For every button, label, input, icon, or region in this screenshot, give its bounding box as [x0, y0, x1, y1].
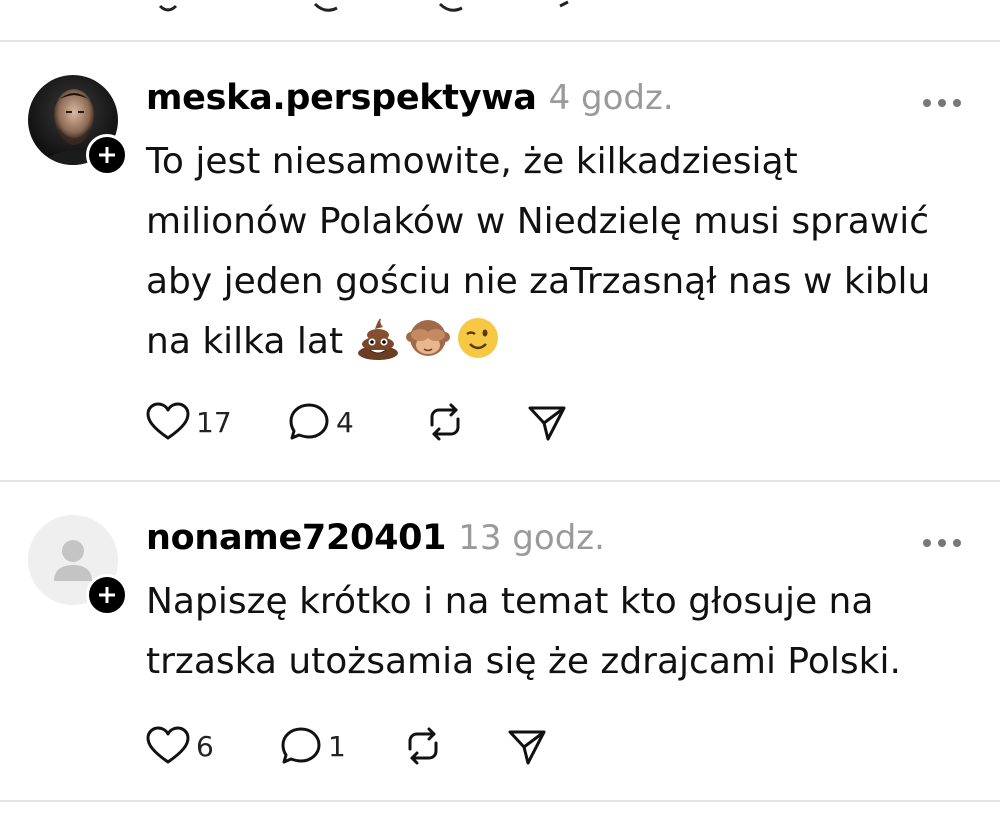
- post-text-content: To jest niesamowite, że kilkadziesiąt mi…: [146, 141, 931, 362]
- like-count: 17: [196, 405, 232, 439]
- reply-button[interactable]: 4: [288, 399, 354, 445]
- send-icon: [528, 406, 566, 441]
- more-icon: [923, 539, 961, 547]
- previous-post-partial: [0, 0, 1000, 42]
- previous-post-actions-partial: [158, 0, 569, 12]
- repost-icon: [430, 403, 460, 441]
- post-header: noname720401 13 godz.: [146, 518, 605, 558]
- post-card[interactable]: noname720401 13 godz. Napiszę krótko i n…: [0, 482, 1000, 802]
- repost-button[interactable]: [424, 399, 466, 445]
- post-text: To jest niesamowite, że kilkadziesiąt mi…: [146, 132, 966, 372]
- plus-icon: [99, 587, 115, 603]
- share-button[interactable]: [526, 399, 568, 445]
- username[interactable]: meska.perspektywa: [146, 78, 537, 118]
- follow-button[interactable]: [86, 134, 128, 176]
- repost-icon: [408, 727, 438, 765]
- see-no-evil-monkey-emoji: [405, 315, 451, 361]
- reply-count: 4: [336, 405, 354, 439]
- winking-face-emoji: [455, 315, 501, 361]
- post-header: meska.perspektywa 4 godz.: [146, 78, 674, 118]
- heart-icon: [146, 726, 190, 764]
- username[interactable]: noname720401: [146, 518, 447, 558]
- post-card[interactable]: meska.perspektywa 4 godz. To jest niesam…: [0, 42, 1000, 482]
- post-time: 13 godz.: [458, 518, 605, 558]
- post-text-content: Napiszę krótko i na temat kto głosuje na…: [146, 581, 901, 682]
- like-button[interactable]: 17: [146, 399, 232, 445]
- reply-button[interactable]: 1: [280, 723, 346, 769]
- comment-icon: [289, 403, 329, 440]
- heart-icon: [146, 402, 190, 440]
- more-button[interactable]: [922, 94, 962, 107]
- follow-button[interactable]: [86, 574, 128, 616]
- like-count: 6: [196, 729, 214, 763]
- comment-icon: [281, 727, 321, 764]
- poop-emoji: [355, 315, 401, 361]
- post-time: 4 godz.: [548, 78, 674, 118]
- threads-feed: meska.perspektywa 4 godz. To jest niesam…: [0, 0, 1000, 818]
- reply-count: 1: [328, 729, 346, 763]
- more-button[interactable]: [922, 534, 962, 547]
- share-button[interactable]: [506, 723, 548, 769]
- plus-icon: [99, 147, 115, 163]
- repost-button[interactable]: [402, 723, 444, 769]
- send-icon: [508, 730, 546, 765]
- like-button[interactable]: 6: [146, 723, 214, 769]
- more-icon: [923, 99, 961, 107]
- post-text: Napiszę krótko i na temat kto głosuje na…: [146, 572, 966, 692]
